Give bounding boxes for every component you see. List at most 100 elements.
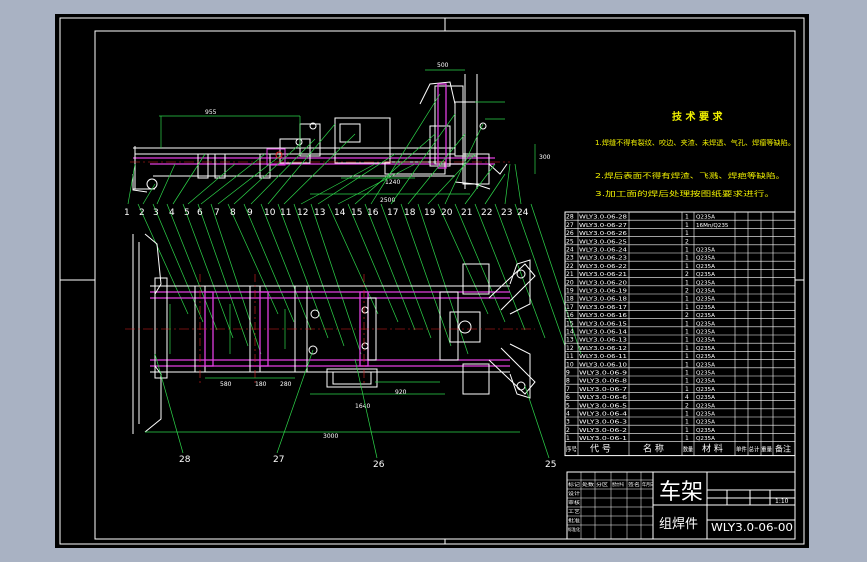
dim-580: 580	[220, 381, 232, 388]
bom-row-material: Q235A	[696, 428, 715, 434]
bom-row-code: WLY3.0-06-19	[579, 289, 628, 295]
leaders-top	[127, 93, 582, 355]
dim-955: 955	[205, 109, 217, 116]
bom-row-qty: 1	[685, 296, 689, 303]
bom-row-code: WLY3.0-06-27	[579, 223, 628, 229]
bom-row-material: Q235A	[696, 395, 715, 401]
tb-label: 分区	[596, 481, 609, 488]
balloon-23: 23	[501, 208, 512, 218]
side-view	[130, 69, 536, 195]
dim-1640: 1640	[355, 403, 370, 410]
bom-row-no: 16	[566, 312, 574, 319]
bom-row-material: Q235A	[696, 412, 715, 418]
bom-row-qty: 1	[685, 435, 689, 442]
bom-row-code: WLY3.0-06-5	[579, 403, 628, 409]
balloon-6: 6	[197, 208, 203, 218]
tb-label: 年月日	[642, 481, 654, 488]
dim-3000: 3000	[323, 433, 338, 440]
balloon-16: 16	[367, 208, 379, 218]
tb-label: 批准	[568, 517, 581, 524]
bom-header-weight: 单件 总计 重量	[736, 446, 772, 454]
bom-row-code: WLY3.0-06-22	[579, 264, 627, 270]
bom-row-no: 6	[566, 394, 570, 401]
bom-row-qty: 1	[685, 320, 689, 327]
bom-row-qty: 2	[685, 288, 689, 295]
bom-row-code: WLY3.0-06-23	[579, 256, 628, 262]
balloon-24: 24	[517, 208, 529, 218]
bom-row-material: Q235A	[696, 436, 715, 442]
bom-row-qty: 1	[685, 247, 689, 254]
bom-row-no: 11	[566, 353, 574, 360]
drawing-number: WLY3.0-06-00	[711, 521, 793, 534]
bom-table: 28 WLY3.0-06-28 1 Q235A27 WLY3.0-06-27 1 16Mn/…	[564, 211, 796, 457]
bom-row-qty: 1	[685, 279, 689, 286]
balloons-bottom: 25 26 27 28	[179, 455, 556, 470]
bom-row-code: WLY3.0-06-25	[579, 239, 628, 245]
balloon-11: 11	[280, 208, 291, 218]
dim-300: 300	[539, 154, 551, 161]
bom-row-material: Q235A	[696, 403, 715, 409]
bom-row-material: Q235A	[696, 215, 715, 221]
bom-row-qty: 1	[685, 255, 689, 262]
outer-frame	[59, 17, 805, 545]
balloon-7: 7	[214, 208, 220, 218]
tb-label: 标记	[568, 481, 581, 488]
bom-row-no: 14	[566, 329, 574, 336]
bom-row-qty: 2	[685, 312, 689, 319]
balloon-3: 3	[153, 208, 159, 218]
bom-header-qty: 数量	[683, 446, 693, 454]
bom-header-remark: 备注	[775, 444, 791, 454]
bom-row-no: 26	[566, 230, 574, 237]
cad-viewport[interactable]: 955 2500 1240 300 500 1 2 3 4 5 6 7 8 9 10 11 12 13 1…	[55, 14, 809, 548]
bom-row-material: Q235A	[696, 272, 715, 278]
part-name: 车架	[659, 480, 703, 505]
bom-row-qty: 1	[685, 230, 689, 237]
bom-row-no: 1	[566, 435, 570, 442]
bom-row-qty: 1	[685, 427, 689, 434]
bom-row-material: 16Mn/Q235	[696, 223, 729, 229]
bom-row-no: 28	[566, 214, 574, 221]
dim-180: 180	[255, 381, 267, 388]
bom-row-material: Q235A	[696, 305, 715, 311]
bom-header-code: 代 号	[590, 444, 611, 455]
tech-req-title: 技 术 要 求	[672, 110, 723, 123]
balloon-19: 19	[424, 208, 436, 218]
balloon-8: 8	[230, 208, 236, 218]
bom-row-no: 10	[566, 361, 574, 368]
balloon-12: 12	[297, 208, 308, 218]
scale: 1:10	[775, 498, 789, 505]
bom-row-qty: 1	[685, 361, 689, 368]
bom-row-code: WLY3.0-06-20	[579, 280, 628, 286]
bom-row-qty: 1	[685, 378, 689, 385]
plan-view	[125, 233, 536, 434]
bom-row-code: WLY3.0-06-13	[579, 338, 628, 344]
bom-row-material: Q235A	[696, 371, 715, 377]
bom-row-material: Q235A	[696, 354, 715, 360]
dim-500: 500	[437, 62, 449, 69]
tb-label: 审核	[568, 499, 581, 506]
balloon-28: 28	[179, 455, 191, 465]
bom-header-material: 材 料	[702, 443, 723, 455]
bom-row-code: WLY3.0-06-2	[579, 428, 627, 434]
bom-row-qty: 1	[685, 222, 689, 229]
bom-row-no: 22	[566, 263, 574, 270]
bom-row-qty: 1	[685, 337, 689, 344]
bom-row-no: 2	[566, 427, 570, 434]
tb-label: 设计	[568, 490, 581, 497]
balloon-26: 26	[373, 460, 385, 470]
bom-row-qty: 1	[685, 304, 689, 311]
drawing-canvas: 955 2500 1240 300 500 1 2 3 4 5 6 7 8 9 10 11 12 13 1…	[59, 17, 805, 545]
balloon-13: 13	[314, 208, 325, 218]
bom-row-qty: 1	[685, 329, 689, 336]
bom-row-material: Q235A	[696, 248, 715, 254]
balloon-25: 25	[545, 460, 556, 470]
bom-row-code: WLY3.0-06-9	[579, 371, 628, 377]
bom-row-code: WLY3.0-06-18	[579, 297, 628, 303]
bom-row-material: Q235A	[696, 330, 715, 336]
bom-row-code: WLY3.0-06-6	[579, 395, 628, 401]
bom-row-no: 9	[566, 370, 570, 377]
bom-row-qty: 2	[685, 238, 689, 245]
bom-row-code: WLY3.0-06-14	[579, 330, 628, 336]
bom-header-name: 名 称	[643, 443, 664, 455]
bom-row-material: Q235A	[696, 321, 715, 327]
